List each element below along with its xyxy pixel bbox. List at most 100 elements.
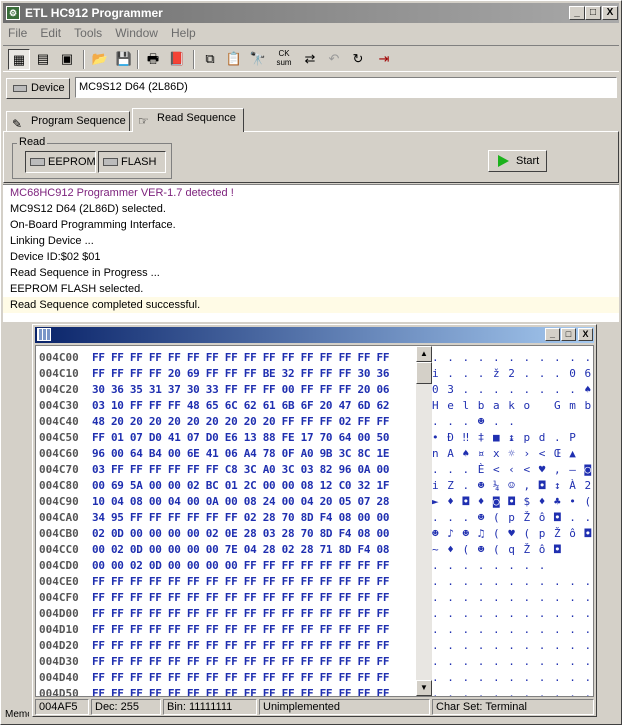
maximize-button[interactable]: □ [585,6,601,20]
refresh-icon[interactable]: ↻ [347,49,369,70]
hex-chars[interactable]: H e l b a k o G m b [432,398,592,414]
read-group: Read EEPROM FLASH [12,136,172,179]
hex-chars[interactable]: . . . . . . . . . . . . . . . . [432,606,593,622]
status-bin: Bin: 11111111 [163,699,257,715]
log-line: MC68HC912 Programmer VER-1.7 detected ! [10,187,234,199]
find-icon[interactable]: 🔭 [247,49,269,70]
log-panel[interactable]: MC68HC912 Programmer VER-1.7 detected ! … [3,184,619,322]
hex-chars[interactable]: ► ♦ ◘ ♦ ◙ ◘ $ ♦ ♣ • ( [432,494,592,510]
hex-chars[interactable]: i . . . ž 2 . . . 0 6 [432,366,592,382]
toolbar-separator [83,50,85,69]
menu-bar: File Edit Tools Window Help [3,24,619,43]
hex-title-bar: _ □ X [35,327,594,343]
goto-icon[interactable]: ⇥ [373,49,395,70]
hex-chars[interactable]: . . . ☻ ( p Ž ô ◘ . . [432,510,592,526]
flash-button[interactable]: FLASH [98,151,166,173]
view-grid-1-icon[interactable]: ▦ [8,49,30,70]
hex-chars[interactable]: . . . ☻ . . [432,414,516,430]
eeprom-button[interactable]: EEPROM [25,151,96,173]
log-line: Read Sequence completed successful. [3,297,619,313]
status-dec: Dec: 255 [91,699,161,715]
read-group-label: Read [17,136,48,148]
app-icon[interactable]: ⚙ [6,6,20,20]
menu-tools[interactable]: Tools [69,24,107,42]
status-charset: Char Set: Terminal [432,699,594,715]
hex-char-row: . . . . . . . . . . . . . . . . [36,638,593,654]
hex-minimize-button[interactable]: _ [545,328,560,341]
main-status-bar: Memory [5,709,29,720]
book-icon[interactable]: 📕 [166,49,188,70]
hex-chars[interactable]: . . . . . . . . . . . . . . . . [432,590,593,606]
status-mode: Unimplemented [259,699,430,715]
chip-icon [30,158,45,166]
hex-char-row: ☻ ♪ ☻ ♫ ( ♥ ( p Ž ô ◘ [36,526,593,542]
grid-icon[interactable] [37,328,51,341]
chip-icon [103,158,118,166]
minimize-button[interactable]: _ [569,6,585,20]
hex-chars[interactable]: 0 3 . . . . . . . . ♠ [432,382,592,398]
tab-read-sequence[interactable]: ☞ Read Sequence [132,108,244,132]
hex-char-row: ~ ♦ ( ☻ ( q Ž ô ◘ [36,542,593,558]
hex-chars[interactable]: . . . . . . . . [432,558,546,574]
device-field[interactable]: MC9S12 D64 (2L86D) [75,77,617,98]
hex-chars[interactable]: . . . . . . . . . . . . . . . . [432,574,593,590]
hex-char-row: . . . . . . . . . . . . . . . . [36,686,593,696]
tab-program-sequence[interactable]: ✎ Program Sequence [6,111,130,132]
hex-view[interactable]: ▲ ▼ 004C00 FF FF FF FF FF FF FF FF FF FF … [35,345,594,697]
save-icon[interactable]: 💾 [113,49,135,70]
checksum-icon[interactable]: CK sum [273,49,295,70]
undo-icon[interactable]: ↶ [323,49,345,70]
compare-icon[interactable]: ⇄ [299,49,321,70]
hex-char-row: . . . ☻ . . [36,414,593,430]
menu-help[interactable]: Help [166,24,201,42]
window-title: ETL HC912 Programmer [25,6,163,20]
hex-chars[interactable]: . . . . . . . . . . . . . . . . [432,350,593,366]
hex-chars[interactable]: . . . . . . . . . . . . . . . . [432,622,593,638]
read-icon: ☞ [138,114,149,128]
hex-chars[interactable]: . . . . . . . . . . . . . . . . [432,670,593,686]
hex-chars[interactable]: ☻ ♪ ☻ ♫ ( ♥ ( p Ž ô ◘ [432,526,592,542]
menu-window[interactable]: Window [110,24,163,42]
print-icon[interactable]: 🖶 [142,49,164,70]
toolbar: ▦ ▤ ▣ 📂 💾 🖶 📕 ⧉ 📋 🔭 CK sum ⇄ ↶ ↻ ⇥ [3,45,619,72]
menu-file[interactable]: File [3,24,32,42]
start-button[interactable]: Start [488,150,547,172]
hex-chars[interactable]: . . . È < ‹ < ♥ ‚ – ◙ . [432,462,593,478]
hex-char-row: • Ð ‼ ‡ ■ ↨ p d . P [36,430,593,446]
hex-char-row: i Z . ☻ ¼ ☺ , ◘ ↕ À 2 ▼ [36,478,593,494]
hex-chars[interactable]: . . . . . . . . . . . . . . . . [432,654,593,670]
hex-char-row: . . . . . . . . [36,558,593,574]
log-line: MC9S12 D64 (2L86D) selected. [10,203,166,215]
toolbar-separator [137,50,139,69]
log-line: Read Sequence in Progress ... [10,267,160,279]
copy-icon[interactable]: ⧉ [199,49,221,70]
chip-icon [13,84,27,92]
menu-edit[interactable]: Edit [35,24,66,42]
hex-char-row: . . . . . . . . . . . . . . . . [36,622,593,638]
hex-char-row: . . . . . . . . . . . . . . . . [36,654,593,670]
hex-chars[interactable]: • Ð ‼ ‡ ■ ↨ p d . P [432,430,577,446]
hex-chars[interactable]: . . . . . . . . . . . . . . . . [432,638,593,654]
paste-icon[interactable]: 📋 [223,49,245,70]
view-grid-3-icon[interactable]: ▣ [56,49,78,70]
status-address: 004AF5 [35,699,89,715]
log-line: Linking Device ... [10,235,94,247]
hex-char-row: . . . È < ‹ < ♥ ‚ – ◙ . [36,462,593,478]
hex-chars[interactable]: ~ ♦ ( ☻ ( q Ž ô ◘ [432,542,562,558]
tab-read-label: Read Sequence [157,112,236,124]
hex-chars[interactable]: n A ♠ ¤ x ☼ › < Œ ▲ [432,446,577,462]
start-label: Start [516,155,540,167]
view-grid-2-icon[interactable]: ▤ [32,49,54,70]
log-line: Device ID:$02 $01 [10,251,101,263]
log-line: On-Board Programming Interface. [10,219,176,231]
hex-maximize-button[interactable]: □ [561,328,576,341]
hex-char-row: . . . . . . . . . . . . . . . . [36,350,593,366]
device-button[interactable]: Device [6,78,70,99]
hex-close-button[interactable]: X [578,328,593,341]
hex-char-row: ► ♦ ◘ ♦ ◙ ◘ $ ♦ ♣ • ( [36,494,593,510]
hex-chars[interactable]: . . . . . . . . . . . . . . . . [432,686,593,696]
hex-chars[interactable]: i Z . ☻ ¼ ☺ , ◘ ↕ À 2 ▼ [432,478,593,494]
open-folder-icon[interactable]: 📂 [89,49,111,70]
hex-char-row: i . . . ž 2 . . . 0 6 [36,366,593,382]
close-button[interactable]: X [602,6,618,20]
